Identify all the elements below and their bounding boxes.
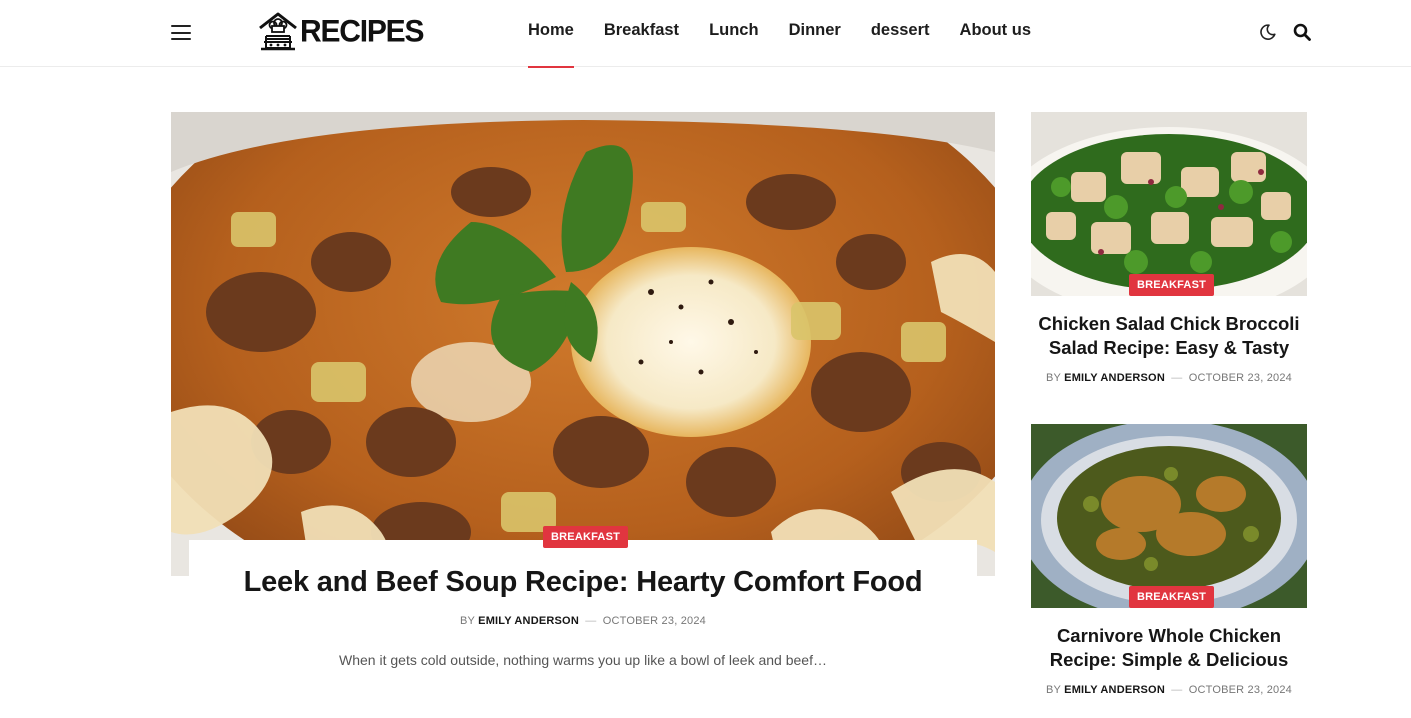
menu-icon[interactable]: [171, 25, 191, 40]
meta-by: BY: [1046, 372, 1061, 384]
nav-item-about-us[interactable]: About us: [945, 0, 1047, 67]
meta-by: BY: [460, 615, 475, 627]
meta-separator: —: [1171, 372, 1183, 384]
category-badge[interactable]: BREAKFAST: [1129, 586, 1215, 608]
post-meta: BY EMILY ANDERSON — OCTOBER 23, 2024: [171, 615, 995, 627]
meta-separator: —: [1171, 684, 1183, 696]
category-badge[interactable]: BREAKFAST: [1129, 274, 1215, 296]
meta-separator: —: [585, 615, 597, 627]
site-header: RECIPES Home Breakfast Lunch Dinner dess…: [0, 0, 1411, 68]
chef-house-logo-icon: [259, 12, 297, 51]
moon-icon[interactable]: [1260, 23, 1278, 41]
site-logo[interactable]: RECIPES: [257, 11, 425, 53]
meta-by: BY: [1046, 684, 1061, 696]
post-date: OCTOBER 23, 2024: [1188, 372, 1292, 384]
nav-item-dinner[interactable]: Dinner: [774, 0, 856, 67]
search-icon[interactable]: [1293, 23, 1311, 41]
soup-image: [171, 112, 995, 576]
nav-item-lunch[interactable]: Lunch: [694, 0, 774, 67]
logo-text: RECIPES: [300, 13, 425, 49]
post-excerpt: When it gets cold outside, nothing warms…: [339, 652, 827, 668]
author-name[interactable]: EMILY ANDERSON: [1064, 372, 1165, 384]
featured-post-image[interactable]: [171, 112, 995, 576]
sidebar-post-title[interactable]: Carnivore Whole Chicken Recipe: Simple &…: [1031, 624, 1307, 672]
whole-chicken-image: [1031, 424, 1307, 608]
featured-post-title[interactable]: Leek and Beef Soup Recipe: Hearty Comfor…: [171, 566, 995, 599]
nav-item-breakfast[interactable]: Breakfast: [589, 0, 694, 67]
post-date: OCTOBER 23, 2024: [602, 615, 706, 627]
author-name[interactable]: EMILY ANDERSON: [1064, 684, 1165, 696]
post-meta: BY EMILY ANDERSON — OCTOBER 23, 2024: [1031, 372, 1307, 384]
author-name[interactable]: EMILY ANDERSON: [478, 615, 579, 627]
sidebar-post-image[interactable]: [1031, 112, 1307, 296]
post-meta: BY EMILY ANDERSON — OCTOBER 23, 2024: [1031, 684, 1307, 696]
post-date: OCTOBER 23, 2024: [1188, 684, 1292, 696]
nav-item-dessert[interactable]: dessert: [856, 0, 945, 67]
sidebar-post-image[interactable]: [1031, 424, 1307, 608]
chicken-salad-image: [1031, 112, 1307, 296]
main-nav: Home Breakfast Lunch Dinner dessert Abou…: [513, 0, 1047, 68]
category-badge[interactable]: BREAKFAST: [543, 526, 629, 548]
nav-item-home[interactable]: Home: [513, 0, 589, 68]
sidebar-post-title[interactable]: Chicken Salad Chick Broccoli Salad Recip…: [1031, 312, 1307, 360]
